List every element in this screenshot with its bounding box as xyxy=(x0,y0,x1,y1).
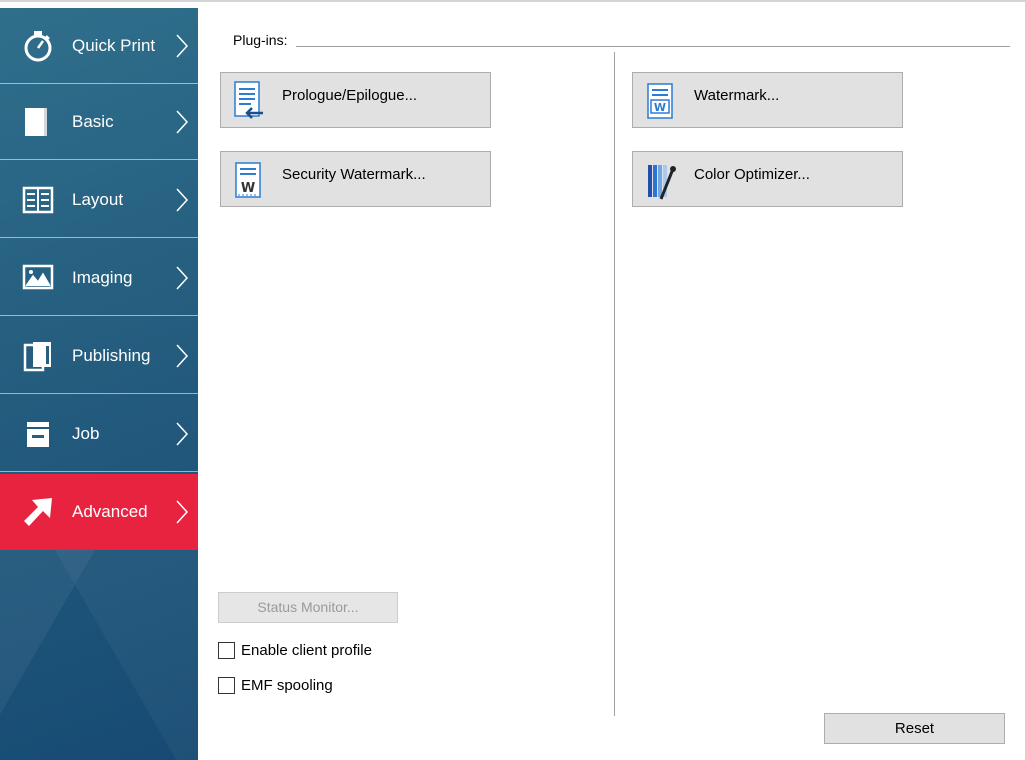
chevron-right-icon xyxy=(176,422,189,446)
sidebar-item-advanced[interactable]: Advanced xyxy=(0,474,198,550)
sidebar-item-label: Basic xyxy=(72,112,114,131)
sidebar-item-imaging[interactable]: Imaging xyxy=(0,240,198,316)
sidebar-item-label: Layout xyxy=(72,190,124,209)
sidebar-item-basic[interactable]: Basic xyxy=(0,84,198,160)
security-watermark-button[interactable]: W Security Watermark... xyxy=(220,151,491,207)
color-optimizer-button[interactable]: Color Optimizer... xyxy=(632,151,903,207)
image-icon xyxy=(22,264,54,290)
column-divider xyxy=(614,52,615,716)
sidebar-item-label: Advanced xyxy=(72,502,148,521)
chevron-right-icon xyxy=(176,344,189,368)
chevron-right-icon xyxy=(176,188,189,212)
status-monitor-button[interactable]: Status Monitor... xyxy=(218,592,398,623)
sidebar-item-layout[interactable]: Layout xyxy=(0,162,198,238)
sidebar-item-job[interactable]: Job xyxy=(0,396,198,472)
sidebar-item-publishing[interactable]: Publishing xyxy=(0,318,198,394)
stopwatch-icon xyxy=(24,31,52,62)
color-optimizer-label: Color Optimizer... xyxy=(694,166,810,183)
chevron-right-icon xyxy=(176,266,189,290)
emf-spooling-checkbox[interactable]: EMF spooling xyxy=(218,675,333,695)
watermark-label: Watermark... xyxy=(694,87,780,104)
sidebar-item-label: Job xyxy=(72,424,100,443)
chevron-right-icon xyxy=(176,500,189,524)
sidebar-item-quick-print[interactable]: Quick Print xyxy=(0,8,198,84)
documents-icon xyxy=(23,342,51,372)
document-insert-icon xyxy=(234,81,263,119)
enable-client-profile-checkbox[interactable]: Enable client profile xyxy=(218,640,372,660)
watermark-icon: W xyxy=(647,83,673,119)
svg-text:W: W xyxy=(241,181,255,196)
chevron-right-icon xyxy=(176,34,189,58)
security-watermark-label: Security Watermark... xyxy=(282,166,426,183)
chevron-right-icon xyxy=(176,110,189,134)
sidebar-item-label: Imaging xyxy=(72,268,133,287)
sidebar: Quick Print Basic Layout Imaging Publish… xyxy=(0,8,198,760)
arrow-up-right-icon xyxy=(24,498,52,526)
security-watermark-icon: W xyxy=(235,162,261,198)
reset-button[interactable]: Reset xyxy=(824,713,1005,744)
svg-text:W: W xyxy=(654,101,666,114)
plugins-group-label: Plug-ins: xyxy=(233,32,288,48)
plugins-group-rule xyxy=(296,46,1010,47)
watermark-button[interactable]: W Watermark... xyxy=(632,72,903,128)
checkbox-label: Enable client profile xyxy=(241,641,372,659)
printer-tray-icon xyxy=(27,422,49,447)
color-optimizer-icon xyxy=(648,165,676,200)
sidebar-item-label: Publishing xyxy=(72,346,151,365)
layout-grid-icon xyxy=(22,186,54,214)
prologue-epilogue-button[interactable]: Prologue/Epilogue... xyxy=(220,72,491,128)
top-border xyxy=(0,0,1025,2)
checkbox-box[interactable] xyxy=(218,641,235,659)
prologue-epilogue-label: Prologue/Epilogue... xyxy=(282,87,418,104)
checkbox-label: EMF spooling xyxy=(241,676,333,694)
sidebar-item-label: Quick Print xyxy=(72,36,156,55)
page-icon xyxy=(25,108,47,136)
checkbox-box[interactable] xyxy=(218,676,235,694)
